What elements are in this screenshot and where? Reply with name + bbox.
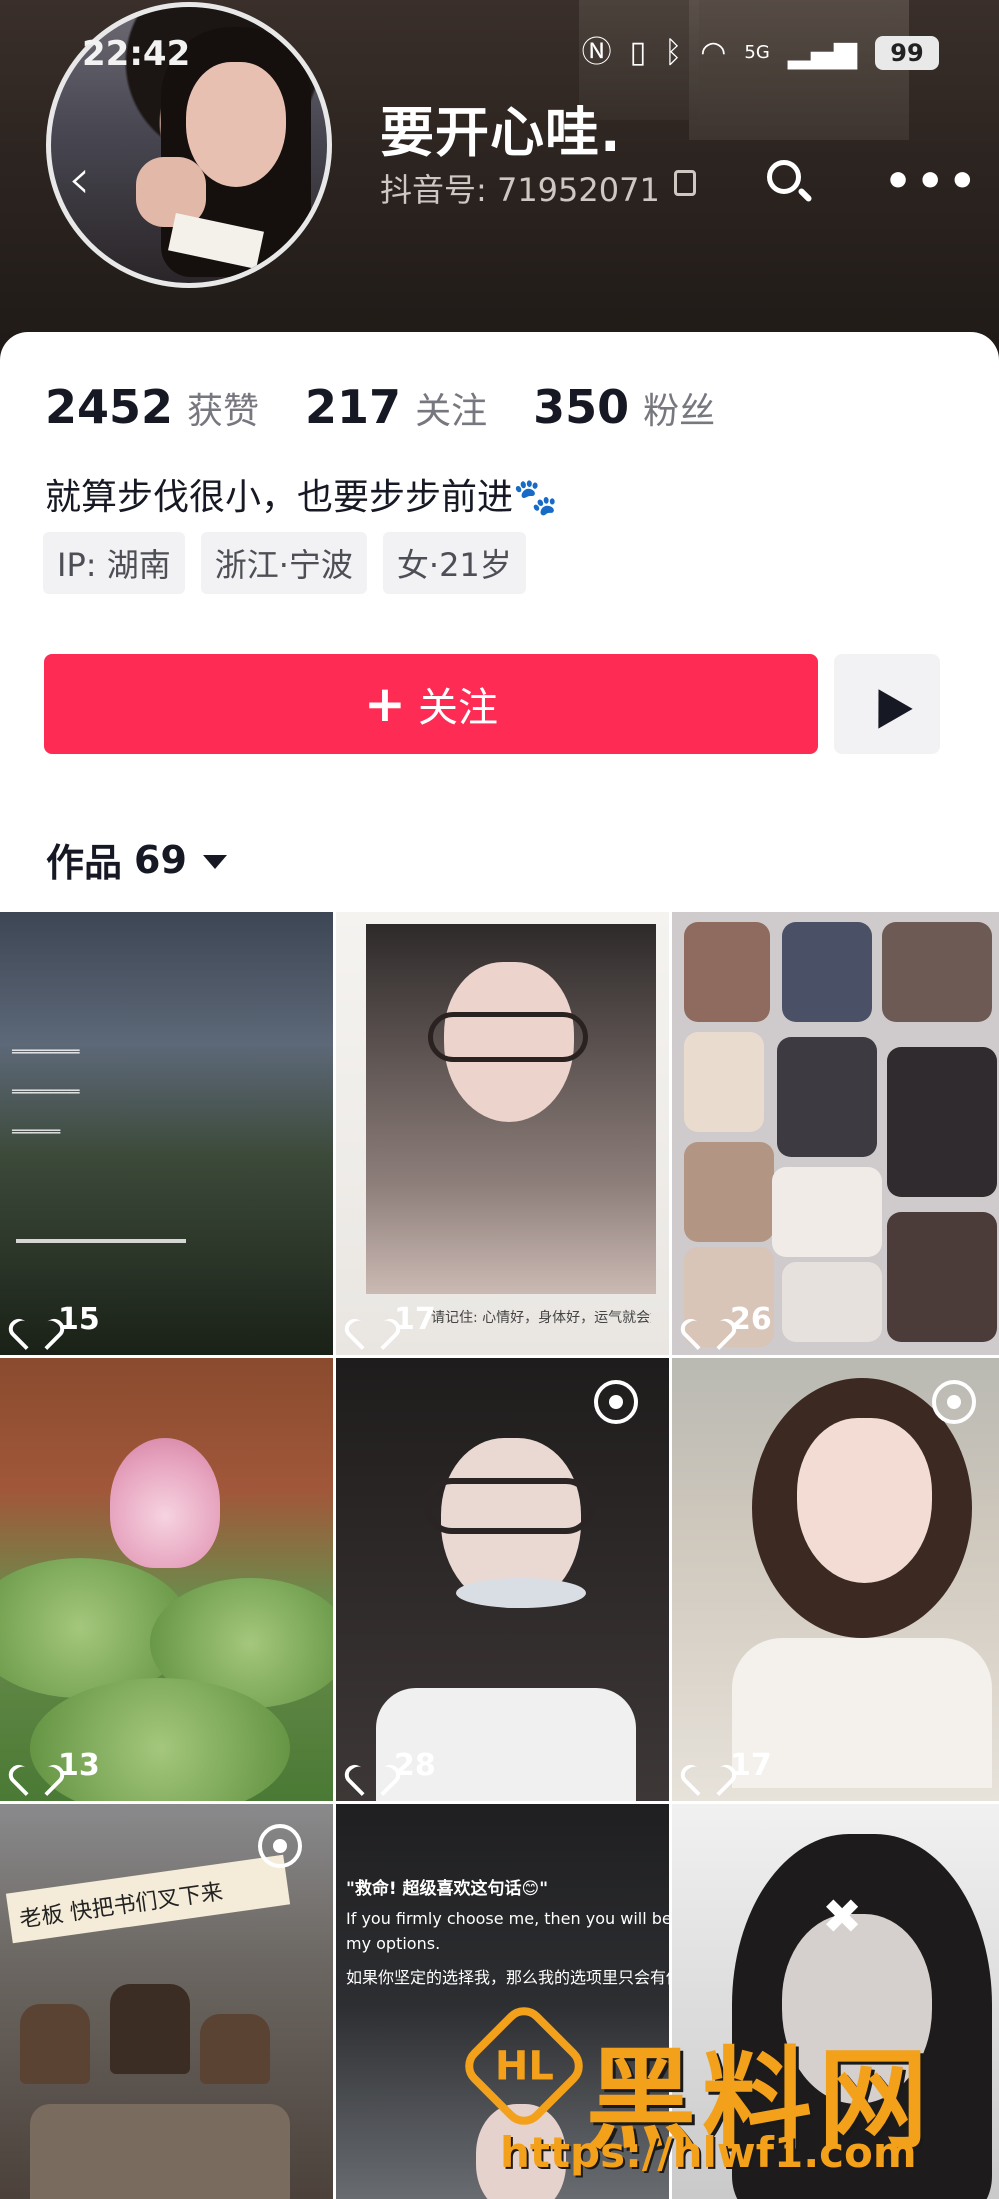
video-thumbnail[interactable]: 13 [0, 1358, 333, 1801]
stat-number: 350 [533, 380, 630, 434]
works-label: 作品 [46, 841, 123, 885]
video-thumbnail[interactable]: 28 [336, 1358, 669, 1801]
tag-ip: IP: 湖南 [43, 532, 185, 594]
works-tab[interactable]: 作品 69 [46, 832, 227, 887]
status-icons: Ⓝ ▯ ᛒ ◠ 5G ▂▄▆ 99 [582, 36, 939, 70]
video-thumbnail[interactable]: 老板 快把书们叉下来 [0, 1804, 333, 2199]
profile-card: 2452 获赞 217 关注 350 粉丝 就算步伐很小，也要步步前进🐾 IP:… [0, 332, 999, 912]
search-icon [767, 160, 801, 194]
video-caption: 请记住: 心情好，身体好，运气就会好 [431, 1310, 651, 1326]
heart-icon [356, 1752, 386, 1780]
plus-icon: + [364, 675, 406, 733]
video-caption: 老板 快把书们叉下来 [5, 1854, 291, 1944]
works-count: 69 [134, 837, 187, 882]
douyin-id: 抖音号: 71952071 [380, 171, 660, 209]
bio-text: 就算步伐很小，也要步步前进🐾 [45, 477, 558, 518]
tag-location: 浙江·宁波 [200, 532, 367, 594]
more-options-button[interactable]: ••• [884, 160, 980, 204]
send-icon [861, 679, 913, 729]
battery-icon: 99 [875, 36, 939, 70]
username: 要开心哇. [380, 101, 622, 164]
follow-button[interactable]: + 关注 [44, 654, 818, 754]
progress-bar [16, 1239, 186, 1243]
lotus-flower [110, 1438, 220, 1568]
like-count: 26 [692, 1302, 772, 1337]
profile-header: 22:42 Ⓝ ▯ ᛒ ◠ 5G ▂▄▆ 99 ‹ 要开心哇. 抖音号: 719… [0, 0, 999, 360]
heart-icon [692, 1752, 722, 1780]
follow-label: 关注 [417, 685, 498, 731]
vibrate-icon: ▯ [629, 35, 647, 70]
video-thumbnail[interactable]: 请记住: 心情好，身体好，运气就会好 17 [336, 912, 669, 1355]
signal-icon: ▂▄▆ [787, 35, 857, 70]
back-button[interactable]: ‹ [68, 150, 118, 210]
stat-number: 2452 [45, 380, 174, 434]
like-count: 17 [692, 1748, 772, 1783]
like-count: 13 [20, 1748, 100, 1783]
like-count: 15 [20, 1302, 100, 1337]
camera-effect-icon [594, 1380, 638, 1424]
stats-row: 2452 获赞 217 关注 350 粉丝 [45, 380, 761, 434]
camera-effect-icon [932, 1380, 976, 1424]
like-count: 28 [356, 1748, 436, 1783]
chevron-down-icon [202, 854, 227, 869]
nfc-icon: Ⓝ [581, 35, 612, 70]
like-count: 17 [356, 1302, 436, 1337]
heart-icon [20, 1752, 50, 1780]
heart-icon [356, 1306, 386, 1334]
message-button[interactable] [834, 654, 940, 754]
video-thumbnail[interactable]: 17 [672, 1358, 999, 1801]
stat-label: 关注 [415, 391, 488, 432]
status-bar: 22:42 Ⓝ ▯ ᛒ ◠ 5G ▂▄▆ 99 [0, 0, 999, 100]
stat-label: 获赞 [187, 391, 260, 432]
status-time: 22:42 [82, 34, 191, 74]
stat-number: 217 [305, 380, 402, 434]
profile-tags: IP: 湖南 浙江·宁波 女·21岁 [43, 532, 526, 594]
wifi-icon: ◠ [700, 35, 727, 70]
stat-likes[interactable]: 2452 获赞 [45, 380, 259, 434]
video-thumbnail[interactable]: 26 [672, 912, 999, 1355]
heart-icon [692, 1306, 722, 1334]
video-grid: ═══════ ═══════ ═════ 15 请记住: 心情好，身体好，运气… [0, 912, 999, 2199]
video-thumbnail[interactable]: ═══════ ═══════ ═════ 15 [0, 912, 333, 1355]
stat-following[interactable]: 217 关注 [305, 380, 487, 434]
stat-followers[interactable]: 350 粉丝 [533, 380, 715, 434]
tag-gender-age: 女·21岁 [382, 532, 526, 594]
copy-icon[interactable] [674, 170, 696, 196]
search-button[interactable] [765, 158, 815, 208]
bluetooth-icon: ᛒ [664, 35, 683, 70]
heart-icon [20, 1306, 50, 1334]
watermark-url: https://hlwf1.com [500, 2128, 917, 2177]
stat-label: 粉丝 [643, 391, 716, 432]
camera-effect-icon [258, 1824, 302, 1868]
bow-decoration: ✖ [822, 1889, 863, 1945]
network-label: 5G [744, 42, 770, 63]
